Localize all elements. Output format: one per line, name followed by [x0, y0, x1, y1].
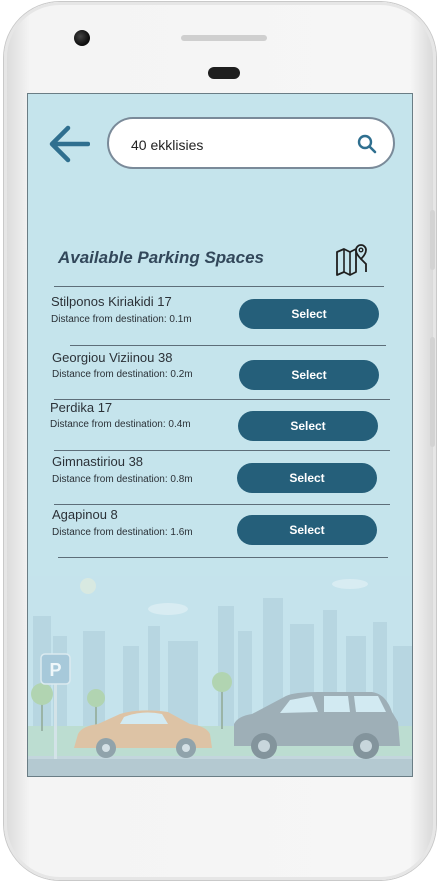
- distance-text: Distance from destination: 0.4m: [50, 419, 191, 430]
- street-name: Stilponos Kiriakidi 17: [51, 294, 172, 309]
- earpiece-speaker: [181, 35, 267, 41]
- app-screen: Available Parking Spaces Stilponos Kiria…: [27, 93, 413, 777]
- sensor-slot: [208, 67, 240, 79]
- list-title: Available Parking Spaces: [58, 248, 264, 267]
- select-button[interactable]: Select: [238, 411, 378, 441]
- search-input[interactable]: [129, 131, 343, 159]
- search-icon[interactable]: [357, 134, 377, 154]
- list-item: Gimnastiriou 38 Distance from destinatio…: [28, 451, 412, 505]
- power-button: [430, 337, 435, 447]
- front-camera: [74, 30, 90, 46]
- map-pin-icon[interactable]: [334, 242, 370, 278]
- list-item: Stilponos Kiriakidi 17 Distance from des…: [28, 292, 412, 346]
- select-button[interactable]: Select: [237, 515, 377, 545]
- select-button[interactable]: Select: [239, 360, 379, 390]
- distance-text: Distance from destination: 1.6m: [52, 527, 193, 538]
- list-item: Agapinou 8 Distance from destination: 1.…: [28, 504, 412, 558]
- distance-text: Distance from destination: 0.1m: [51, 314, 192, 325]
- select-button[interactable]: Select: [239, 299, 379, 329]
- city-parking-illustration: P: [28, 576, 412, 776]
- distance-text: Distance from destination: 0.2m: [52, 369, 193, 380]
- divider: [70, 345, 386, 346]
- street-name: Agapinou 8: [52, 507, 118, 522]
- list-item: Georgiou Viziinou 38 Distance from desti…: [28, 347, 412, 401]
- back-arrow-icon[interactable]: [48, 124, 90, 164]
- distance-text: Distance from destination: 0.8m: [52, 474, 193, 485]
- divider: [54, 286, 384, 287]
- street-name: Perdika 17: [50, 400, 113, 415]
- list-item: Perdika 17 Distance from destination: 0.…: [28, 398, 412, 452]
- select-button[interactable]: Select: [237, 463, 377, 493]
- street-name: Georgiou Viziinou 38: [52, 350, 173, 365]
- street-name: Gimnastiriou 38: [52, 454, 144, 469]
- divider: [58, 557, 388, 558]
- volume-button: [430, 210, 435, 270]
- search-bar[interactable]: [107, 117, 395, 169]
